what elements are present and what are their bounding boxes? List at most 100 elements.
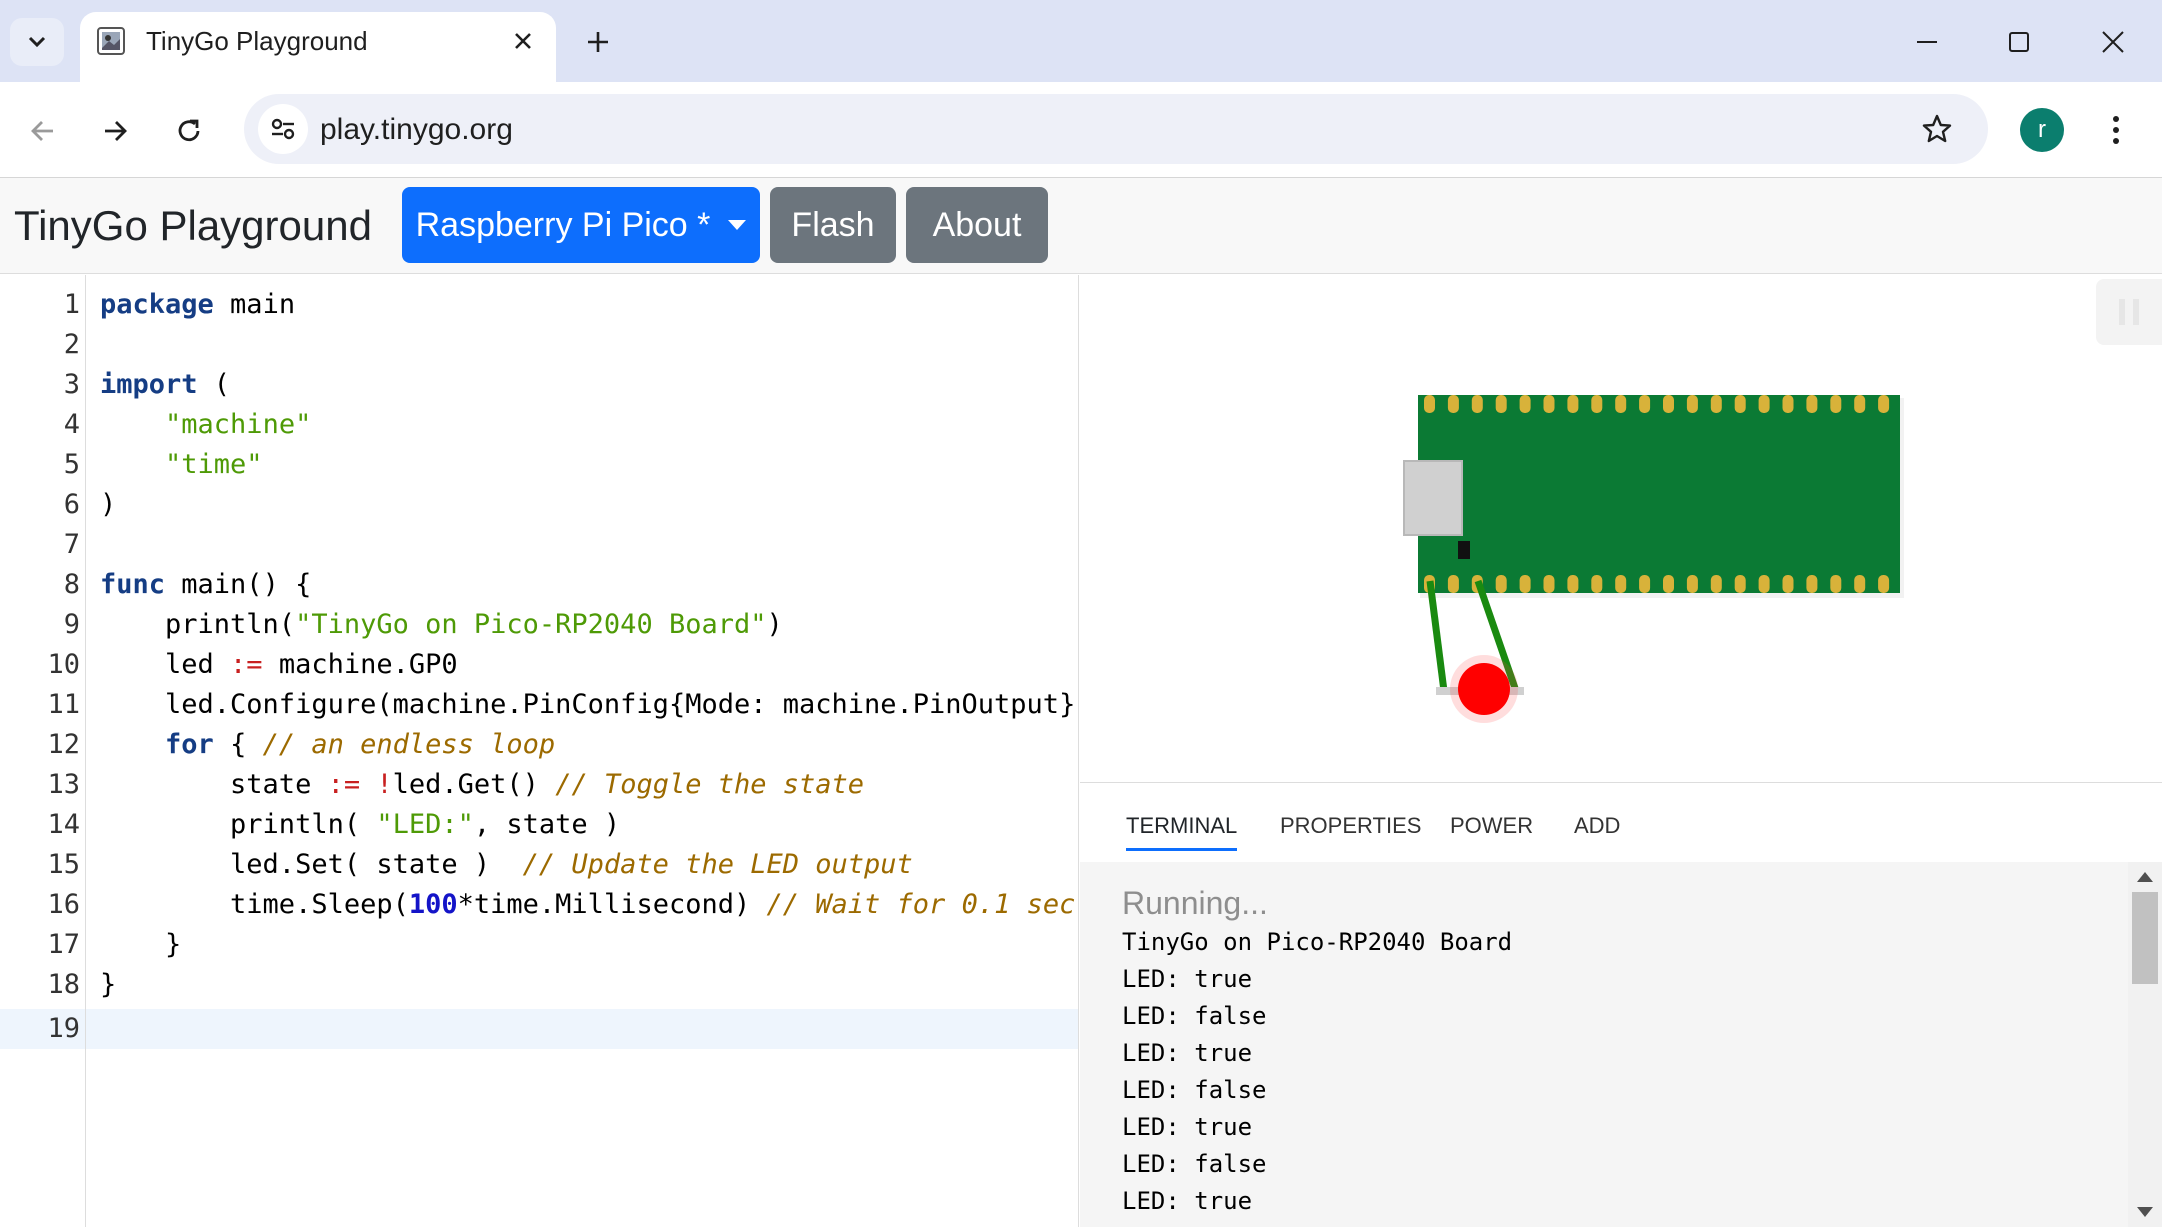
pin-pad [1615, 395, 1627, 413]
code-line[interactable]: state := !led.Get() // Toggle the state [100, 765, 864, 805]
code-string: "LED:" [376, 809, 474, 840]
app-title: TinyGo Playground [14, 202, 372, 249]
tab-properties[interactable]: PROPERTIES [1280, 808, 1421, 844]
reload-button[interactable] [164, 106, 214, 156]
line-number-gutter: 1 2 3 4 5 6 7 8 9 10 11 12 13 14 15 16 1… [0, 275, 86, 1227]
code-line[interactable]: ) [100, 485, 116, 525]
pin-pad [1567, 575, 1579, 593]
line-number: 3 [63, 369, 80, 400]
code-line[interactable]: package main [100, 285, 295, 325]
code-editor[interactable]: 1 2 3 4 5 6 7 8 9 10 11 12 13 14 15 16 1… [0, 275, 1079, 1227]
code-line[interactable]: func main() { [100, 565, 311, 605]
pin-pad [1830, 395, 1842, 413]
line-number: 18 [47, 969, 80, 1000]
code-line[interactable]: led.Configure(machine.PinConfig{Mode: ma… [100, 685, 1078, 725]
code-line[interactable]: import ( [100, 365, 230, 405]
address-bar[interactable]: play.tinygo.org [244, 94, 1988, 164]
scroll-down-arrow-icon[interactable] [2137, 1207, 2153, 1217]
board-simulator[interactable] [1080, 275, 2162, 783]
browser-tab-active[interactable]: TinyGo Playground [80, 12, 556, 82]
tab-search-button[interactable] [10, 18, 64, 66]
pin-pad [1615, 575, 1627, 593]
bookmark-button[interactable] [1916, 108, 1958, 150]
scroll-up-arrow-icon[interactable] [2137, 872, 2153, 882]
reload-icon [178, 119, 200, 142]
pin-pad [1663, 575, 1674, 593]
simulator-canvas [1403, 395, 1904, 723]
code-line[interactable]: "time" [100, 445, 263, 485]
code-line[interactable]: println("TinyGo on Pico-RP2040 Board") [100, 605, 783, 645]
pin-pad [1854, 395, 1866, 413]
site-info-button[interactable] [258, 104, 308, 154]
terminal-line: LED: false [1122, 1076, 1267, 1104]
about-button[interactable]: About [906, 187, 1048, 263]
board-select-dropdown[interactable]: Raspberry Pi Pico * [402, 187, 760, 263]
maximize-button[interactable] [1994, 20, 2044, 64]
code-line[interactable]: println( "LED:", state ) [100, 805, 620, 845]
code-line[interactable]: led := machine.GP0 [100, 645, 458, 685]
pin-pad [1782, 395, 1794, 413]
line-number: 5 [63, 449, 80, 480]
terminal-output[interactable]: Running... TinyGo on Pico-RP2040 Board L… [1080, 862, 2162, 1227]
pin-pad [1424, 395, 1435, 413]
line-number: 17 [47, 929, 80, 960]
line-number: 8 [63, 569, 80, 600]
line-number: 6 [63, 489, 80, 520]
line-number: 12 [47, 729, 80, 760]
browser-menu-button[interactable] [2096, 108, 2136, 152]
code-comment: // Update the LED output [522, 849, 913, 880]
flash-button[interactable]: Flash [770, 187, 896, 263]
line-number: 1 [63, 289, 80, 320]
tab-add[interactable]: ADD [1574, 808, 1620, 844]
close-window-button[interactable] [2088, 20, 2138, 64]
scroll-thumb[interactable] [2132, 892, 2158, 984]
board-select-label: Raspberry Pi Pico * [415, 205, 711, 244]
code-comment: // Wait for 0.1 sec [766, 889, 1076, 920]
terminal-line: LED: true [1122, 1039, 1253, 1067]
tab-power[interactable]: POWER [1450, 808, 1533, 844]
pin-pad [1878, 395, 1890, 413]
url-text[interactable]: play.tinygo.org [320, 114, 513, 146]
line-number: 14 [47, 809, 80, 840]
tab-close-button[interactable] [506, 24, 540, 58]
pico-board [1418, 395, 1900, 593]
pin-pad [1854, 575, 1866, 593]
minimize-icon [1917, 41, 1937, 43]
code-line[interactable]: "machine" [100, 405, 311, 445]
browser-toolbar: play.tinygo.org r [0, 82, 2162, 178]
new-tab-button[interactable] [578, 20, 618, 64]
pin-pad [1639, 395, 1651, 413]
forward-button[interactable] [90, 106, 140, 156]
pin-pad [1591, 395, 1603, 413]
code-keyword: func [100, 569, 166, 600]
pin-pad [1495, 575, 1507, 593]
code-keyword: import [100, 369, 198, 400]
line-number: 11 [47, 689, 80, 720]
minimize-button[interactable] [1902, 20, 1952, 64]
pin-pad [1830, 575, 1842, 593]
pin-pad [1878, 575, 1890, 593]
profile-avatar[interactable]: r [2020, 108, 2064, 152]
pin-pad [1447, 395, 1459, 413]
arrow-left-icon [31, 121, 53, 141]
code-line[interactable]: for { // an endless loop [100, 725, 555, 765]
close-icon [2102, 31, 2124, 53]
pin-pad [1806, 575, 1818, 593]
code-operator: ! [376, 769, 393, 800]
maximize-icon [2009, 32, 2029, 52]
line-number: 7 [63, 529, 80, 560]
pin-pad [1686, 575, 1698, 593]
active-line-highlight [0, 1009, 1078, 1049]
pin-pad [1734, 395, 1746, 413]
pin-pad [1758, 395, 1770, 413]
pin-pad [1471, 395, 1483, 413]
code-line[interactable]: } [100, 965, 116, 1005]
terminal-line: TinyGo on Pico-RP2040 Board [1122, 928, 1513, 956]
code-line[interactable]: led.Set( state ) // Update the LED outpu… [100, 845, 913, 885]
back-button[interactable] [18, 106, 68, 156]
pin-pad [1519, 395, 1531, 413]
tab-terminal[interactable]: TERMINAL [1126, 808, 1238, 851]
terminal-scrollbar[interactable] [2128, 862, 2162, 1227]
code-line[interactable]: time.Sleep(100*time.Millisecond) // Wait… [100, 885, 1075, 925]
code-line[interactable]: } [100, 925, 181, 965]
